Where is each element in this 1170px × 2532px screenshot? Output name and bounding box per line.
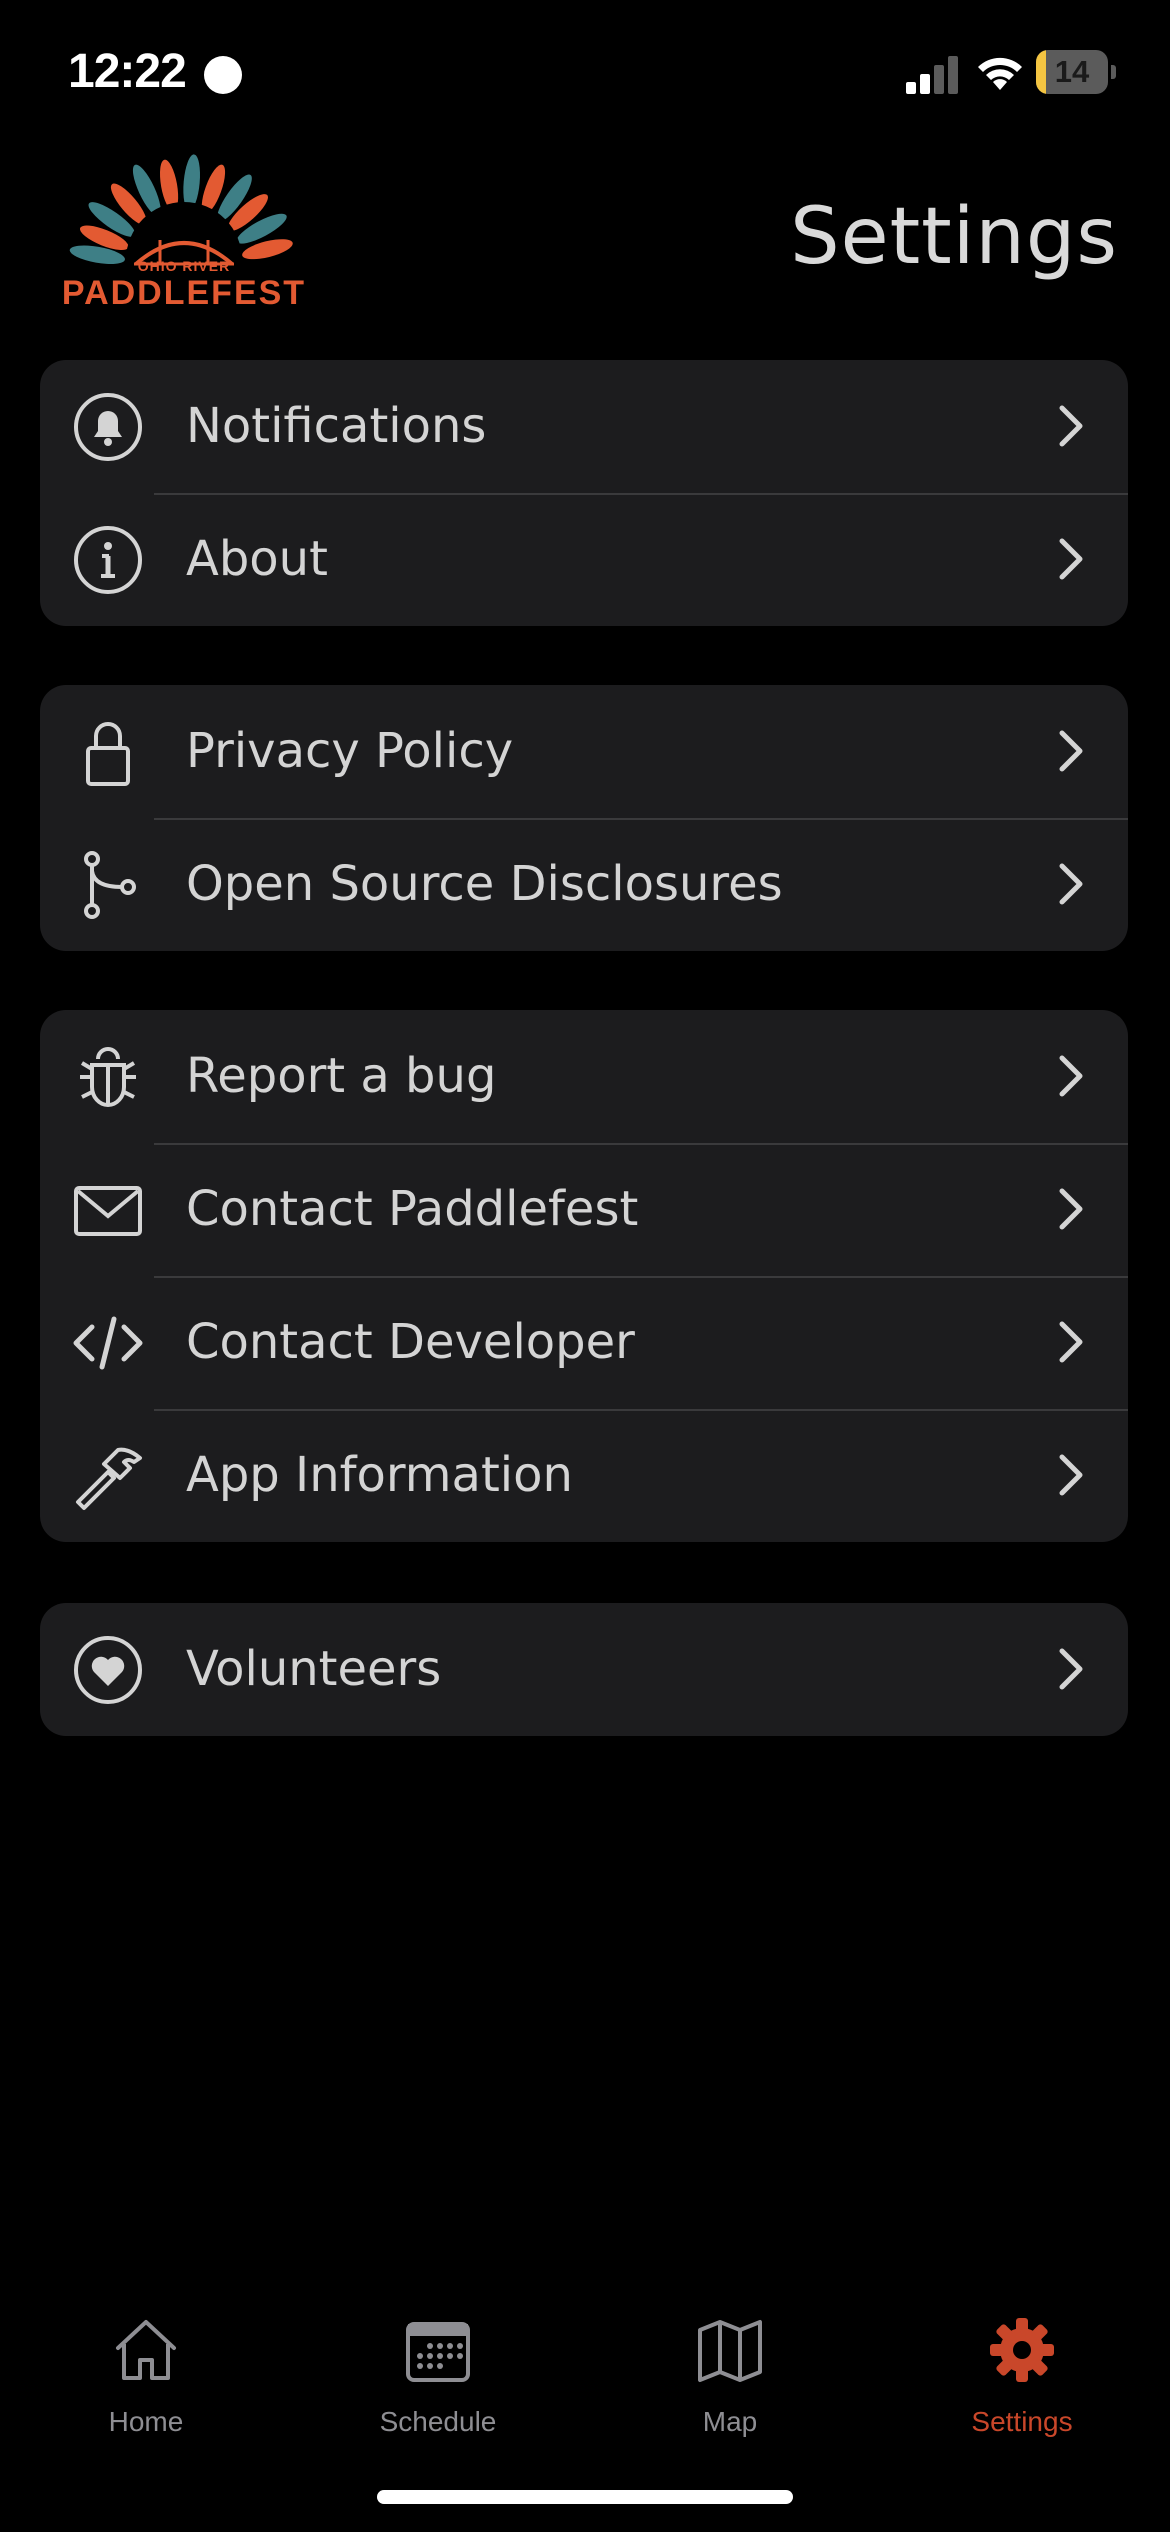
open-source-disclosures-row[interactable]: Open Source Disclosures xyxy=(40,818,1128,951)
home-indicator[interactable] xyxy=(377,2490,793,2504)
privacy-policy-row[interactable]: Privacy Policy xyxy=(40,685,1128,818)
house-icon xyxy=(116,2320,176,2380)
settings-group-legal: Privacy Policy Open Source Disclosures xyxy=(40,685,1128,951)
chevron-right-icon xyxy=(1059,1321,1083,1363)
logo-subtitle: OHIO RIVER xyxy=(137,258,231,274)
report-bug-row[interactable]: Report a bug xyxy=(40,1010,1128,1143)
hammer-icon xyxy=(76,1447,142,1510)
status-bar: 12:22 14 xyxy=(0,0,1170,150)
app-information-label: App Information xyxy=(186,1447,573,1503)
volunteers-row[interactable]: Volunteers xyxy=(40,1603,1128,1736)
battery-icon: 14 xyxy=(1036,50,1116,94)
chevron-right-icon xyxy=(1059,1454,1083,1496)
recording-indicator-icon xyxy=(204,56,242,94)
tab-home[interactable]: Home xyxy=(0,2290,292,2450)
bug-icon xyxy=(80,1047,136,1107)
app-information-row[interactable]: App Information xyxy=(40,1409,1128,1542)
bell-icon xyxy=(74,393,142,461)
chevron-right-icon xyxy=(1059,1648,1083,1690)
tab-settings[interactable]: Settings xyxy=(876,2290,1168,2450)
status-time: 12:22 xyxy=(68,45,187,98)
code-icon xyxy=(73,1316,143,1370)
about-label: About xyxy=(186,531,328,587)
tab-home-label: Home xyxy=(108,2406,184,2437)
settings-group-volunteers: Volunteers xyxy=(40,1603,1128,1736)
tab-map[interactable]: Map xyxy=(584,2290,876,2450)
about-row[interactable]: About xyxy=(40,493,1128,626)
battery-level: 14 xyxy=(1054,54,1090,89)
notifications-label: Notifications xyxy=(186,398,487,454)
chevron-right-icon xyxy=(1059,1055,1083,1097)
contact-paddlefest-label: Contact Paddlefest xyxy=(186,1181,639,1237)
volunteers-label: Volunteers xyxy=(186,1641,442,1697)
chevron-right-icon xyxy=(1059,405,1083,447)
envelope-icon xyxy=(74,1186,142,1236)
settings-group-contact: Report a bug Contact Paddlefest Contact … xyxy=(40,1010,1128,1542)
chevron-right-icon xyxy=(1059,863,1083,905)
report-bug-label: Report a bug xyxy=(186,1048,497,1104)
tab-settings-label: Settings xyxy=(971,2406,1073,2437)
calendar-icon xyxy=(406,2322,470,2382)
chevron-right-icon xyxy=(1059,538,1083,580)
wifi-icon xyxy=(978,57,1022,90)
tab-schedule-label: Schedule xyxy=(379,2406,497,2437)
notifications-row[interactable]: Notifications xyxy=(40,360,1128,493)
logo-wordmark: PADDLEFEST xyxy=(61,274,307,312)
lock-icon xyxy=(86,722,130,786)
map-icon xyxy=(698,2320,762,2382)
contact-paddlefest-row[interactable]: Contact Paddlefest xyxy=(40,1143,1128,1276)
contact-developer-row[interactable]: Contact Developer xyxy=(40,1276,1128,1409)
heart-icon xyxy=(74,1636,142,1704)
tab-schedule[interactable]: Schedule xyxy=(292,2290,584,2450)
chevron-right-icon xyxy=(1059,730,1083,772)
gear-icon xyxy=(990,2318,1054,2382)
cellular-signal-icon xyxy=(906,56,958,94)
tab-bar: Home Schedule Map Settings xyxy=(0,2290,1170,2450)
chevron-right-icon xyxy=(1059,1188,1083,1230)
info-icon xyxy=(74,526,142,594)
settings-group-general: Notifications About xyxy=(40,360,1128,626)
page-title: Settings xyxy=(790,192,1118,282)
privacy-policy-label: Privacy Policy xyxy=(186,723,514,779)
paddlefest-logo: OHIO RIVER PADDLEFEST xyxy=(44,150,324,320)
open-source-disclosures-label: Open Source Disclosures xyxy=(186,856,783,912)
tab-map-label: Map xyxy=(702,2406,758,2437)
contact-developer-label: Contact Developer xyxy=(186,1314,635,1370)
branch-icon xyxy=(84,851,136,919)
